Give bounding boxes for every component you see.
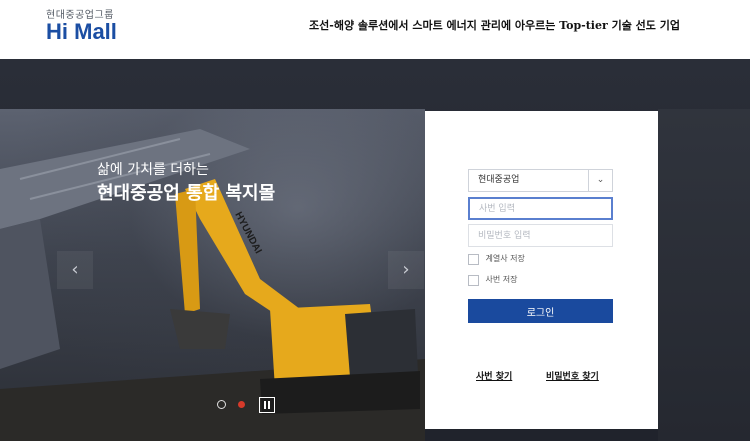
hero-subheading: 삶에 가치를 더하는 bbox=[97, 162, 209, 178]
find-id-link[interactable]: 사번 찾기 bbox=[476, 369, 512, 382]
slide-dot-1[interactable] bbox=[217, 400, 226, 409]
excavator-bucket-shape bbox=[170, 309, 230, 349]
save-company-label: 계열사 저장 bbox=[485, 254, 525, 263]
find-password-link[interactable]: 비밀번호 찾기 bbox=[546, 369, 599, 382]
hero-heading: 현대중공업 통합 복지몰 bbox=[97, 183, 276, 204]
excavator-cab-shape bbox=[345, 309, 418, 377]
save-company-checkbox-row[interactable]: 계열사 저장 bbox=[468, 252, 525, 266]
hi-mall-logo[interactable]: 현대중공업그룹 Hi Mall bbox=[46, 6, 117, 43]
login-panel: 현대중공업 ⌄ 계열사 저장 사번 저장 로그인 사번 찾기 비밀번호 찾기 bbox=[425, 111, 658, 429]
banner-photo-right-strip bbox=[658, 109, 750, 441]
save-company-checkbox[interactable] bbox=[468, 253, 479, 265]
employee-id-input[interactable] bbox=[468, 197, 613, 220]
logo-title: Hi Mall bbox=[46, 19, 117, 44]
login-button[interactable]: 로그인 bbox=[468, 299, 613, 323]
site-header: 현대중공업그룹 Hi Mall 조선-해양 솔루션에서 스마트 에너지 관리에 … bbox=[0, 0, 750, 59]
slide-prev-button[interactable]: ‹ bbox=[57, 251, 93, 289]
save-id-checkbox[interactable] bbox=[468, 274, 479, 286]
company-select-value: 현대중공업 bbox=[478, 175, 520, 185]
bridge-pillar-shape bbox=[0, 219, 60, 369]
company-select[interactable]: 현대중공업 ⌄ bbox=[468, 169, 613, 192]
header-tagline: 조선-해양 솔루션에서 스마트 에너지 관리에 아우르는 Top-tier 기술… bbox=[309, 19, 680, 32]
slide-indicators bbox=[217, 394, 276, 413]
slide-next-button[interactable]: › bbox=[388, 251, 424, 289]
save-id-checkbox-row[interactable]: 사번 저장 bbox=[468, 273, 518, 287]
slide-dot-2-active[interactable] bbox=[238, 401, 246, 408]
chevron-down-icon: ⌄ bbox=[588, 170, 612, 191]
password-input[interactable] bbox=[468, 224, 613, 247]
save-id-label: 사번 저장 bbox=[485, 275, 518, 284]
pause-icon[interactable] bbox=[259, 396, 276, 413]
